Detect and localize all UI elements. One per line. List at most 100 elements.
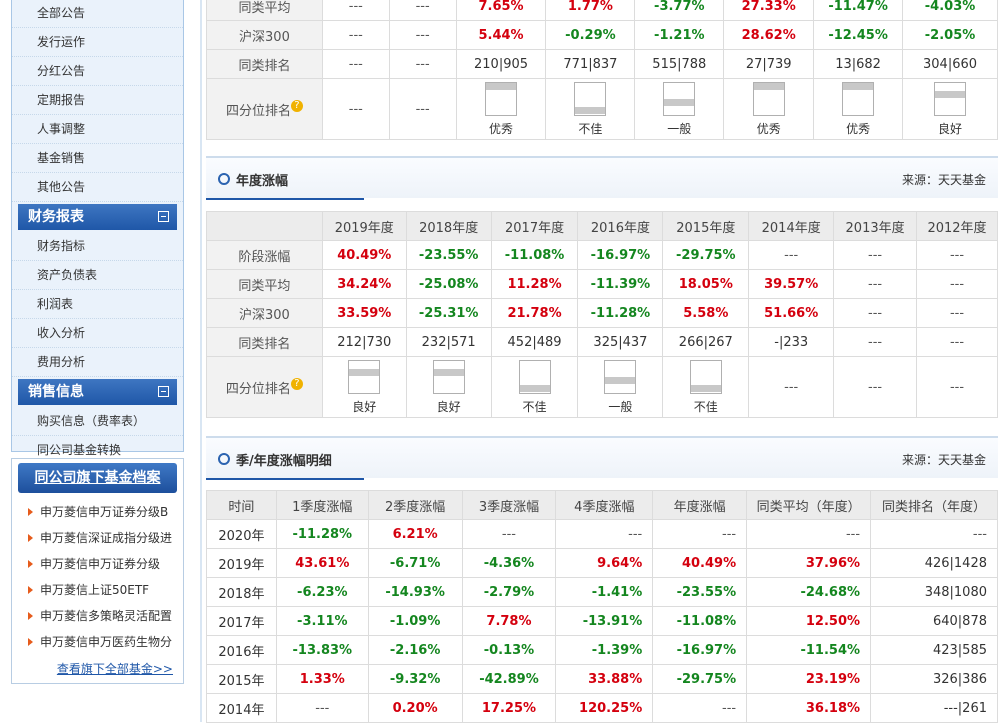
- value-cell: -11.47%: [813, 0, 904, 21]
- title-underline: [206, 198, 364, 200]
- column-header: 2016年度: [577, 211, 664, 241]
- sidebar-item-notice-2[interactable]: 分红公告: [12, 57, 183, 86]
- value-cell: -25.31%: [405, 298, 492, 328]
- row-label-text: 沪深300: [239, 29, 290, 45]
- quartile-segment: [575, 91, 606, 99]
- quartile-cell: 良好: [902, 78, 998, 140]
- sidebar: 全部公告 发行运作 分红公告 定期报告 人事调整 基金销售 其他公告 财务报表 财务指标 资产…: [0, 0, 200, 722]
- quartile-segment: [843, 82, 874, 91]
- collapse-icon[interactable]: [158, 211, 169, 222]
- fund-link[interactable]: 申万菱信申万医药生物分: [12, 629, 183, 655]
- value-cell: ---: [833, 240, 918, 270]
- value-cell: 33.59%: [321, 298, 407, 328]
- row-label: 四分位排名?: [206, 78, 323, 140]
- sidebar-item-notice-4[interactable]: 人事调整: [12, 115, 183, 144]
- quartile-bar-icon: [604, 359, 637, 394]
- value-cell: 7.78%: [461, 606, 557, 636]
- value-cell: -2.79%: [461, 577, 557, 607]
- header-row: 时间 1季度涨幅 2季度涨幅 3季度涨幅 4季度涨幅 年度涨幅 同类平均（年度） 同类排名（年…: [206, 490, 998, 520]
- value-cell: ---: [916, 327, 998, 357]
- quartile-segment: [519, 369, 550, 377]
- value-cell: 12.50%: [746, 606, 872, 636]
- sidebar-item-notice-0[interactable]: 全部公告: [12, 0, 183, 28]
- row-label-text: 四分位排名: [225, 381, 291, 397]
- table-row: 2014年 --- 0.20% 17.25% 120.25% --- 36.18% ---|2…: [206, 693, 998, 723]
- quartile-label: 良好: [352, 399, 377, 414]
- value-cell: 11.28%: [490, 269, 579, 299]
- value-cell: 348|1080: [870, 577, 998, 607]
- quartile-indicator: 不佳: [492, 359, 578, 415]
- sidebar-item-finance-4[interactable]: 费用分析: [12, 348, 183, 377]
- sidebar-item-notice-5[interactable]: 基金销售: [12, 144, 183, 173]
- quartile-indicator: 优秀: [814, 81, 902, 137]
- help-icon[interactable]: ?: [290, 99, 303, 112]
- value-cell: 325|437: [577, 327, 664, 357]
- sidebar-item-notice-1[interactable]: 发行运作: [12, 28, 183, 57]
- quarterly-source: 来源：天天基金: [901, 453, 986, 467]
- sales-section-header[interactable]: 销售信息: [18, 379, 177, 405]
- quartile-segment: [935, 99, 966, 107]
- row-label: 阶段涨幅: [206, 240, 323, 270]
- fund-link[interactable]: 申万菱信多策略灵活配置: [12, 603, 183, 629]
- value-cell: 33.88%: [555, 664, 654, 694]
- quartile-cell: 不佳: [545, 78, 636, 140]
- arrow-right-icon: [28, 508, 33, 516]
- row-label-text: 同类平均: [238, 0, 291, 16]
- collapse-icon[interactable]: [158, 386, 169, 397]
- value-cell: -23.55%: [652, 577, 748, 607]
- quartile-segment: [349, 361, 380, 369]
- quartile-indicator: 不佳: [663, 359, 748, 415]
- quartile-segment: [753, 107, 784, 115]
- value-cell: 43.61%: [275, 548, 369, 578]
- row-label-text: 阶段涨幅: [238, 249, 291, 265]
- fund-link-label: 申万菱信多策略灵活配置: [40, 609, 173, 623]
- stage-performance-table: 同类平均 --- --- 7.65% 1.77% -3.77% 27.33% -11.47% -…: [206, 0, 998, 140]
- column-header: 2018年度: [405, 211, 492, 241]
- row-label: 沪深300: [206, 20, 323, 50]
- quartile-segment: [349, 385, 380, 393]
- value-cell: 210|905: [455, 49, 547, 79]
- fund-link[interactable]: 申万菱信上证50ETF: [12, 577, 183, 603]
- row-label-text: 同类排名: [238, 58, 291, 74]
- value-cell: -1.09%: [367, 606, 463, 636]
- sidebar-item-finance-2[interactable]: 利润表: [12, 290, 183, 319]
- sidebar-item-notice-6[interactable]: 其他公告: [12, 173, 183, 202]
- sidebar-item-finance-3[interactable]: 收入分析: [12, 319, 183, 348]
- fund-link[interactable]: 申万菱信深证成指分级进: [12, 525, 183, 551]
- help-icon[interactable]: ?: [290, 377, 303, 390]
- column-header: [206, 211, 323, 241]
- quartile-bar-icon: [842, 81, 875, 116]
- sidebar-item-notice-3[interactable]: 定期报告: [12, 86, 183, 115]
- row-label: 同类平均: [206, 0, 323, 21]
- arrow-right-icon: [28, 612, 33, 620]
- sidebar-item-sales-0[interactable]: 购买信息（费率表）: [12, 407, 183, 436]
- view-all-funds-link[interactable]: 查看旗下全部基金>>: [57, 660, 173, 677]
- value-cell: 36.18%: [746, 693, 872, 723]
- quartile-segment: [519, 361, 550, 369]
- quartile-segment: [605, 376, 636, 385]
- finance-section-header[interactable]: 财务报表: [18, 204, 177, 230]
- sidebar-item-finance-0[interactable]: 财务指标: [12, 232, 183, 261]
- quartile-segment: [605, 385, 636, 393]
- value-cell: 17.25%: [461, 693, 557, 723]
- quartile-segment: [843, 91, 874, 99]
- value-cell: -29.75%: [662, 240, 750, 270]
- divider: [200, 0, 202, 722]
- fund-link[interactable]: 申万菱信申万证券分级: [12, 551, 183, 577]
- row-label: 同类平均: [206, 269, 323, 299]
- fund-link[interactable]: 申万菱信申万证券分级B: [12, 499, 183, 525]
- annual-section-title: 年度涨幅: [236, 174, 289, 189]
- year-cell: 2019年: [206, 548, 277, 578]
- value-cell: ---: [833, 269, 918, 299]
- quartile-segment: [433, 361, 464, 369]
- quartile-segment: [753, 82, 784, 91]
- sidebar-item-finance-1[interactable]: 资产负债表: [12, 261, 183, 290]
- value-cell: -9.32%: [367, 664, 463, 694]
- arrow-right-icon: [28, 534, 33, 542]
- table-row: 2018年 -6.23% -14.93% -2.79% -1.41% -23.55% -24…: [206, 577, 998, 607]
- value-cell: 1.77%: [545, 0, 636, 21]
- value-cell: -11.54%: [746, 635, 872, 665]
- value-cell: 1.33%: [275, 664, 369, 694]
- value-cell: -3.11%: [275, 606, 369, 636]
- same-company-funds-header[interactable]: 同公司旗下基金档案: [18, 463, 177, 493]
